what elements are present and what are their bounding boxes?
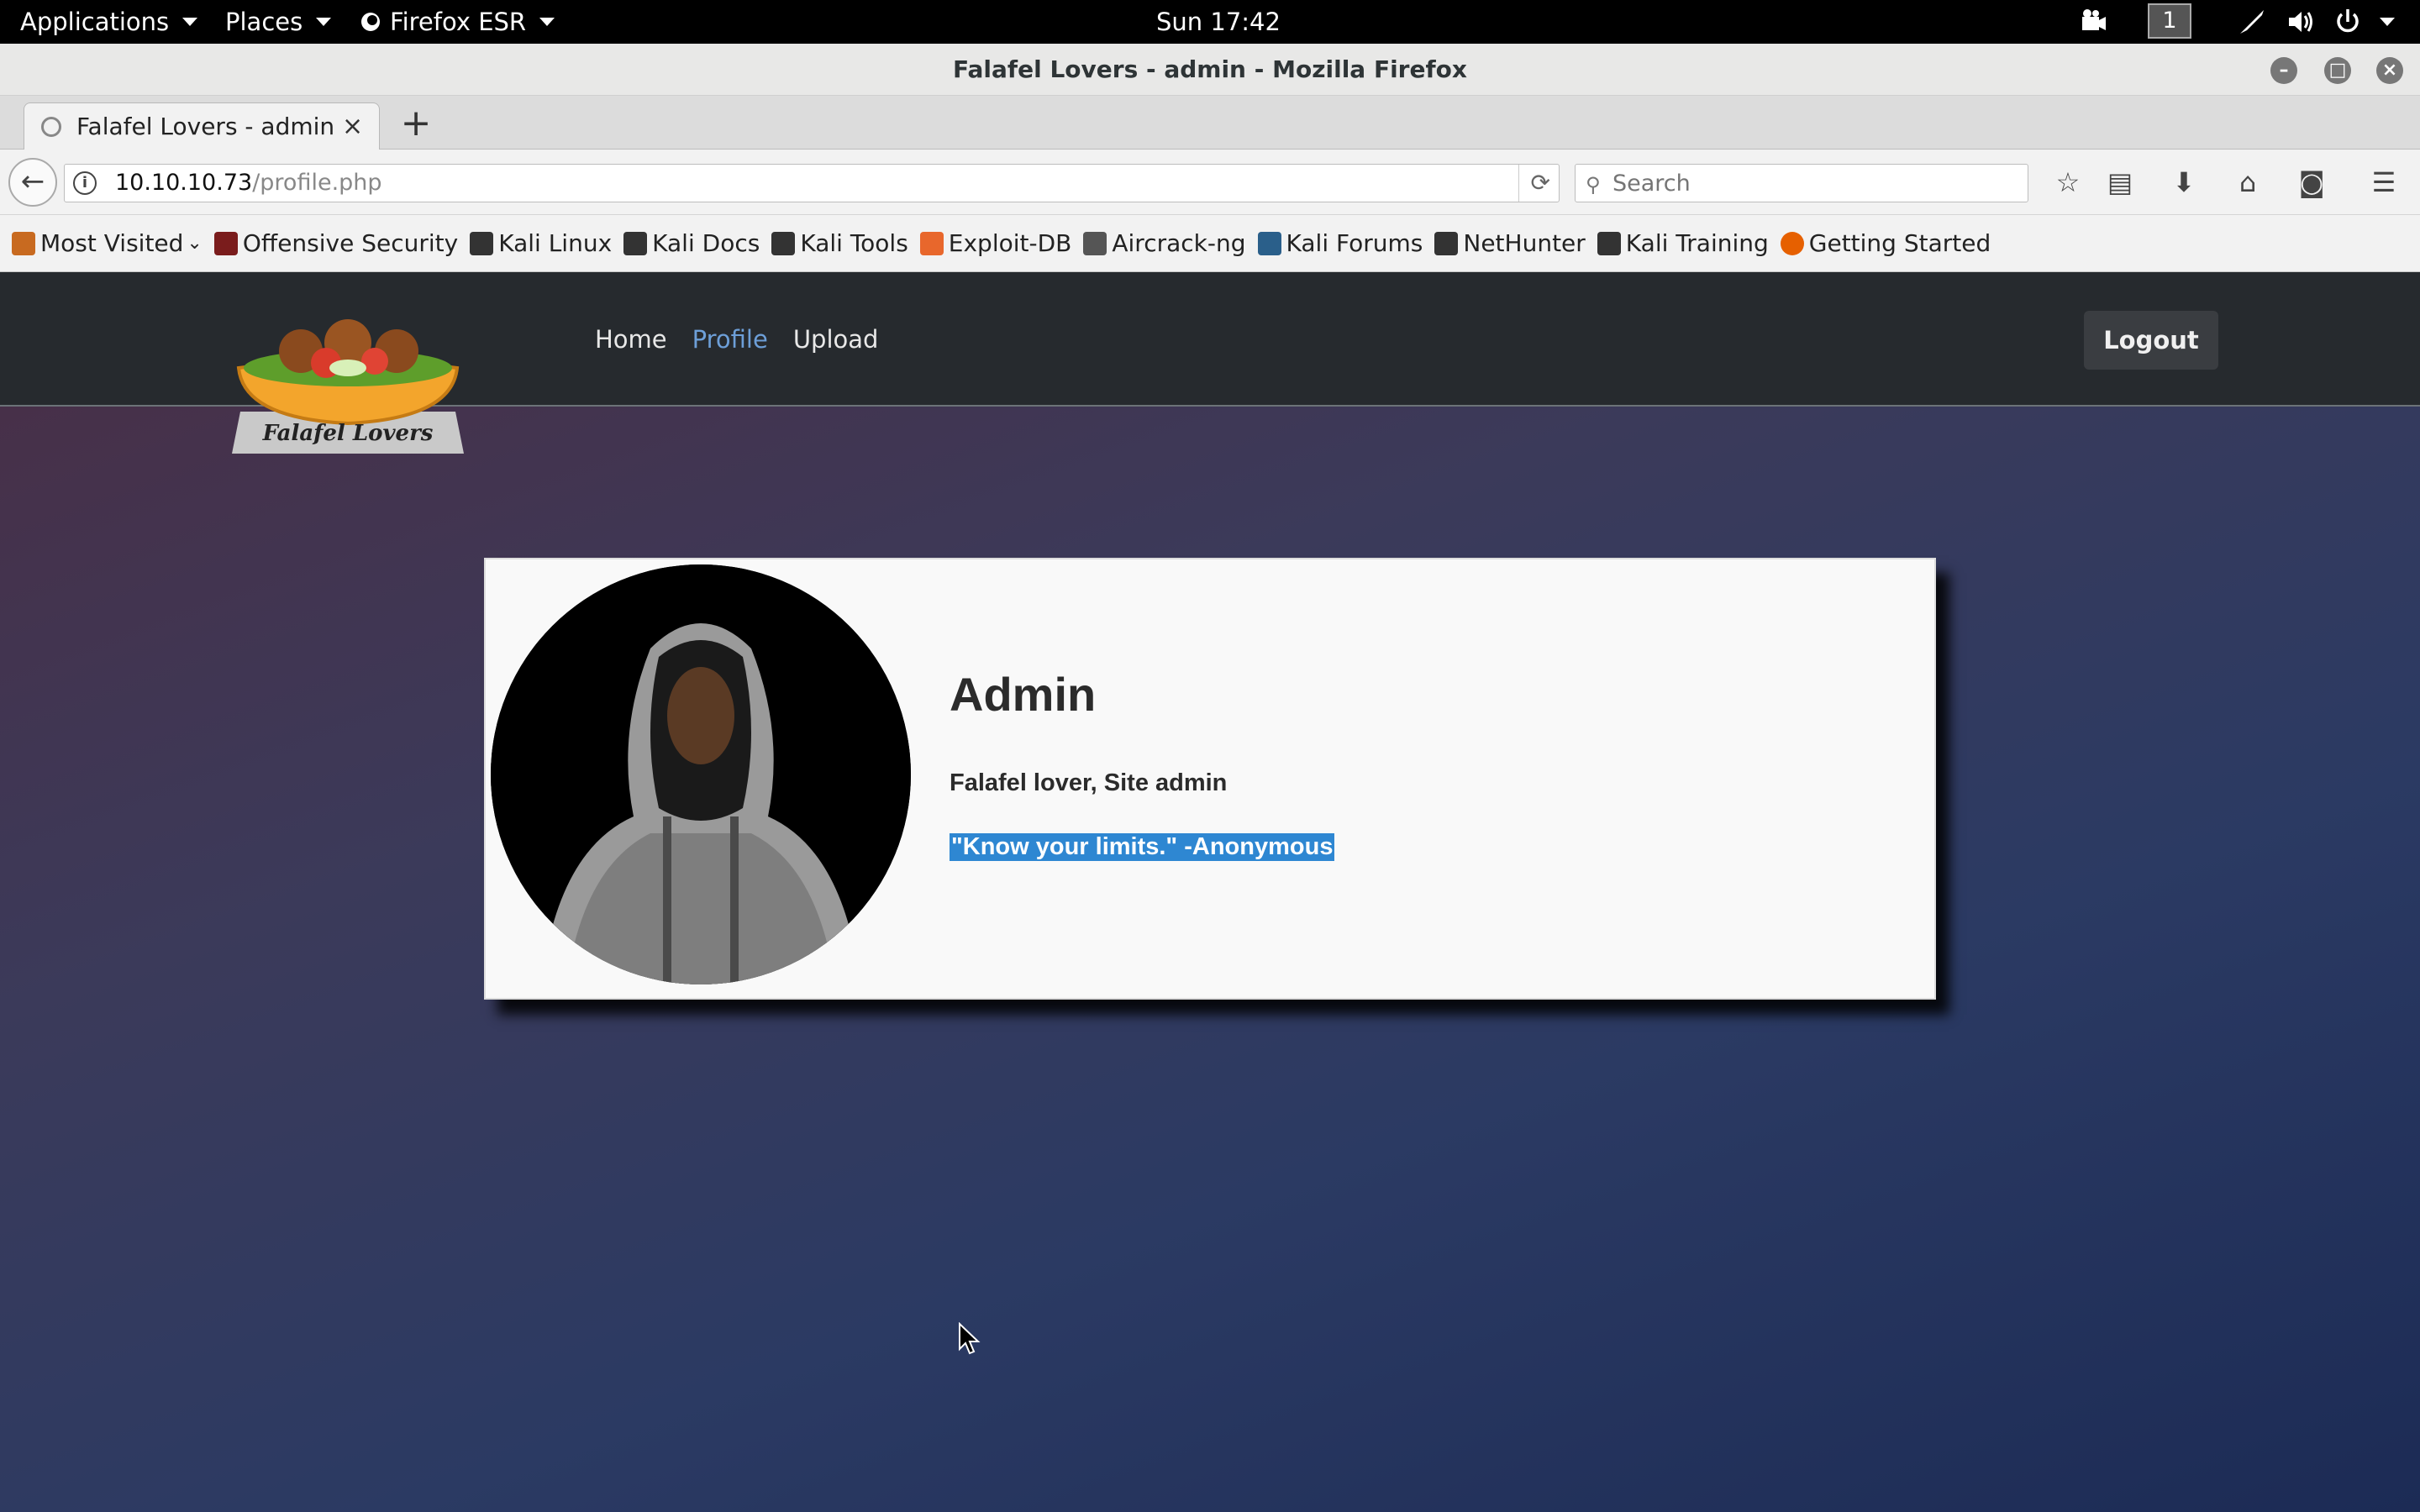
offsec-icon [213,231,238,255]
window-title: Falafel Lovers - admin - Mozilla Firefox [953,55,1467,83]
chevron-down-icon [316,18,332,26]
bookmark-label: Getting Started [1808,229,1991,257]
url-bar[interactable]: i 10.10.10.73/profile.php ⟳ [64,164,1560,202]
bookmark-offensive-security[interactable]: Offensive Security [213,229,459,257]
bookmark-label: Most Visited [40,229,184,257]
firefox-label: Firefox ESR [390,8,527,36]
bookmark-label: Kali Linux [498,229,613,257]
pocket-icon[interactable]: ◙ [2291,161,2333,203]
nav-link-profile[interactable]: Profile [692,325,768,354]
kali-icon [470,231,494,255]
folder-icon [12,231,35,255]
video-camera-icon[interactable] [2079,7,2109,37]
volume-icon[interactable] [2286,7,2316,37]
chevron-down-icon: ⌄ [187,233,203,254]
firefox-icon [361,13,380,31]
bookmark-kali-linux[interactable]: Kali Linux [470,229,612,257]
window-titlebar[interactable]: Falafel Lovers - admin - Mozilla Firefox… [0,44,2420,96]
reading-list-icon[interactable]: ▤ [2099,161,2141,203]
navigation-toolbar: ← i 10.10.10.73/profile.php ⟳ ⚲ ☆ ▤ ⬇ ⌂ … [0,150,2420,215]
hooded-figure-icon [491,564,911,984]
bookmark-exploit-db[interactable]: Exploit-DB [919,229,1072,257]
clock[interactable]: Sun 17:42 [1156,0,1281,44]
site-nav-links: Home Profile Upload [595,272,878,407]
bookmark-kali-tools[interactable]: Kali Tools [771,229,908,257]
tab-strip: Falafel Lovers - admin × + [0,96,2420,150]
kali-icon [1434,231,1459,255]
back-button[interactable]: ← [8,158,57,207]
mouse-cursor-icon [959,1322,981,1355]
globe-icon [41,117,61,137]
firefox-app-menu[interactable]: Firefox ESR [360,0,555,44]
applications-menu[interactable]: Applications [20,0,198,44]
profile-avatar [491,564,911,984]
nav-link-upload[interactable]: Upload [793,325,879,354]
bookmark-kali-forums[interactable]: Kali Forums [1257,229,1423,257]
profile-quote: "Know your limits." -Anonymous [950,833,1335,861]
power-icon[interactable] [2333,7,2363,37]
close-window-button[interactable]: × [2376,57,2403,84]
bookmark-aircrack-ng[interactable]: Aircrack-ng [1083,229,1246,257]
site-info-icon[interactable]: i [73,171,97,195]
bookmark-label: Kali Tools [800,229,908,257]
places-label: Places [225,8,303,36]
bookmark-star-icon[interactable]: ☆ [2047,161,2089,203]
chevron-down-icon [182,18,198,26]
kali-icon [771,231,796,255]
bookmark-label: NetHunter [1463,229,1586,257]
reload-icon[interactable]: ⟳ [1518,165,1550,202]
chevron-down-icon [539,18,555,26]
search-icon: ⚲ [1586,173,1601,197]
home-icon[interactable]: ⌂ [2227,161,2269,203]
bookmark-label: Offensive Security [242,229,459,257]
bookmark-kali-docs[interactable]: Kali Docs [623,229,760,257]
places-menu[interactable]: Places [225,0,332,44]
bookmarks-toolbar: Most Visited ⌄ Offensive Security Kali Li… [0,215,2420,272]
search-bar[interactable]: ⚲ [1575,164,2028,202]
falafel-lovers-logo[interactable]: Falafel Lovers [232,319,464,454]
download-icon[interactable]: ⬇ [2163,161,2205,203]
bookmark-nethunter[interactable]: NetHunter [1434,229,1586,257]
kali-icon [1597,231,1621,255]
firefox-icon [1780,231,1804,255]
url-path: /profile.php [252,170,382,196]
tab-title: Falafel Lovers - admin [76,113,335,140]
minimize-button[interactable]: – [2270,57,2297,84]
new-tab-button[interactable]: + [395,102,437,144]
bookmark-label: Kali Docs [652,229,760,257]
system-top-bar: Applications Places Firefox ESR Sun 17:4… [0,0,2420,44]
bookmark-label: Kali Training [1625,229,1769,257]
aircrack-icon [1083,231,1107,255]
tab-falafel-admin[interactable]: Falafel Lovers - admin × [24,102,380,150]
applications-label: Applications [20,8,170,36]
logout-button[interactable]: Logout [2084,311,2218,370]
exploitdb-icon [919,231,944,255]
bookmark-label: Exploit-DB [948,229,1072,257]
nav-link-home[interactable]: Home [595,325,667,354]
logo-text: Falafel Lovers [262,421,434,446]
hamburger-menu-icon[interactable]: ☰ [2363,161,2405,203]
chevron-down-icon[interactable] [2380,18,2395,26]
profile-card: Admin Falafel lover, Site admin "Know yo… [484,558,1936,1000]
close-tab-icon[interactable]: × [342,103,363,150]
search-input[interactable] [1612,168,2016,198]
kali-icon [623,231,648,255]
bookmark-label: Kali Forums [1286,229,1423,257]
bookmark-label: Aircrack-ng [1112,229,1246,257]
bookmark-kali-training[interactable]: Kali Training [1597,229,1769,257]
bookmark-most-visited[interactable]: Most Visited ⌄ [12,229,203,257]
workspace-indicator[interactable]: 1 [2148,3,2191,39]
url-text[interactable]: 10.10.10.73/profile.php [115,165,382,202]
maximize-button[interactable]: □ [2324,57,2351,84]
bookmark-getting-started[interactable]: Getting Started [1780,229,1991,257]
url-host: 10.10.10.73 [115,170,253,196]
pen-icon[interactable] [2237,7,2267,37]
page-viewport: Home Profile Upload Logout Falafel Lover… [0,272,2420,1512]
forums-icon [1257,231,1281,255]
profile-role: Falafel lover, Site admin [950,769,1228,796]
profile-name: Admin [950,668,1097,721]
